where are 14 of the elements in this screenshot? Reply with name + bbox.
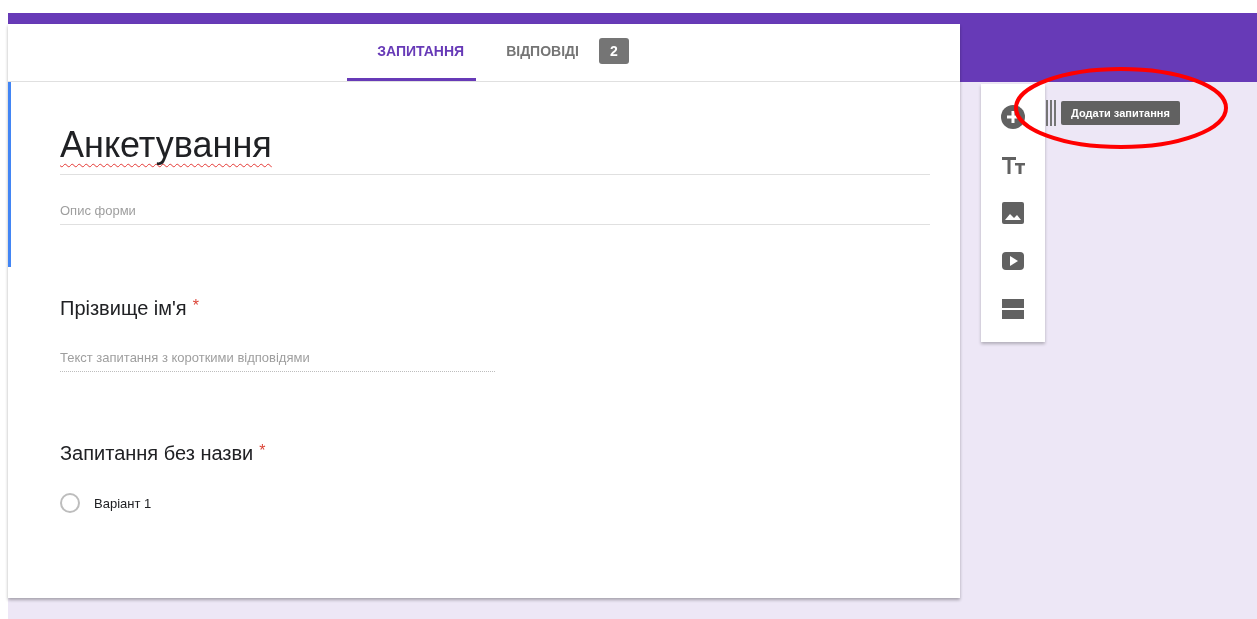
count-badge: 2 <box>598 38 629 64</box>
drag-handle-icon <box>1045 100 1057 126</box>
radio-button[interactable] <box>60 493 80 513</box>
tooltip: Додати запитання <box>1061 101 1180 125</box>
option-label: Варіант 1 <box>94 495 152 511</box>
description-field[interactable]: Опис форми <box>60 203 930 225</box>
answer-field[interactable]: Текст запитання з короткими відповідями <box>60 350 495 372</box>
tab[interactable]: ВІДПОВІДІ 2 <box>476 24 641 81</box>
question-title: Запитання без назви <box>60 442 254 465</box>
question-title: Прізвище ім'я <box>60 297 187 320</box>
required-mark: * <box>192 297 199 315</box>
form-title[interactable]: Анкетування <box>60 124 930 175</box>
required-mark: * <box>259 442 266 460</box>
tab[interactable]: ЗАПИТАННЯ <box>347 24 477 81</box>
